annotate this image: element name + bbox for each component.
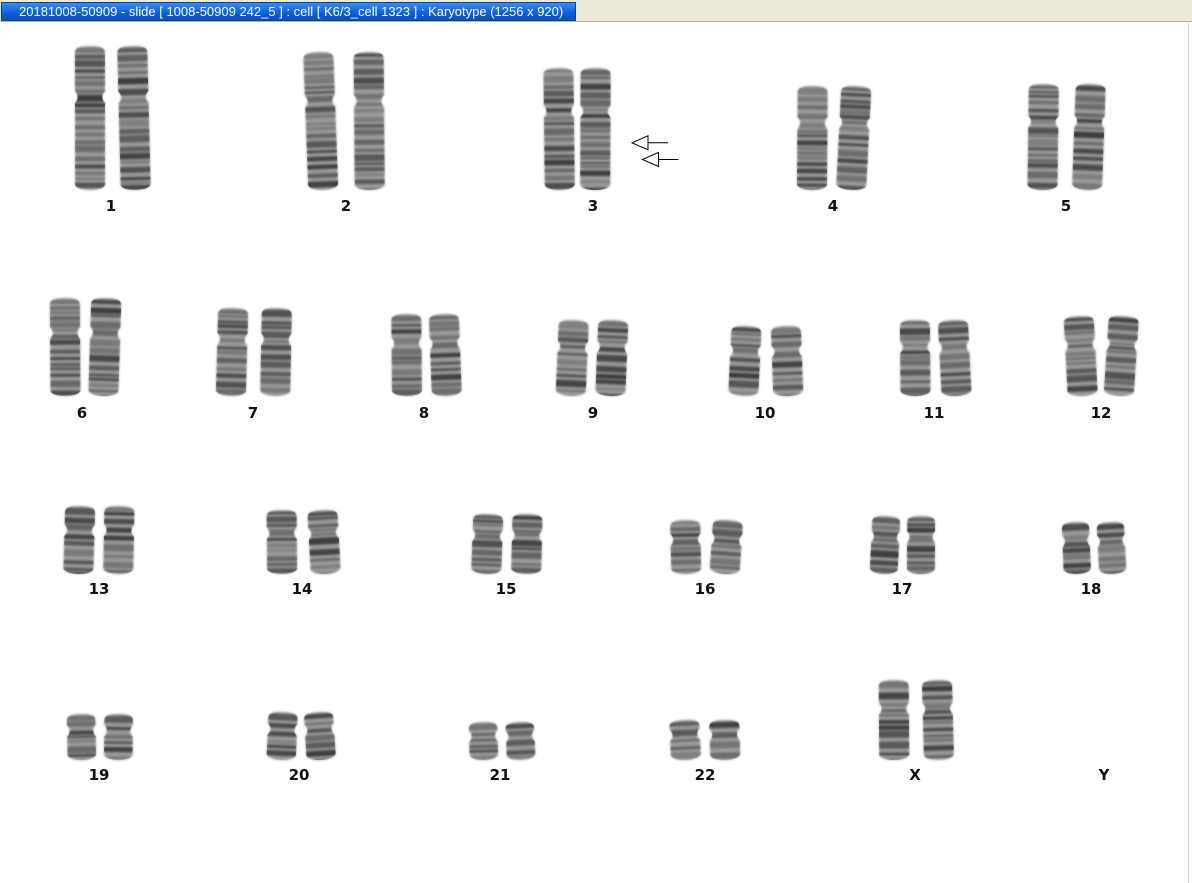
chromosome-label-4: 4 [827, 197, 839, 215]
chromosome-pair-20[interactable] [258, 710, 344, 764]
chromosome-label-21: 21 [489, 766, 511, 784]
chromosome-pair-graphic [878, 680, 955, 761]
chromosome-pair-5[interactable] [1014, 82, 1118, 194]
chromosome-label-19: 19 [88, 766, 110, 784]
chromosome-pair-y[interactable] [1070, 700, 1140, 764]
chromosome-label-y: Y [1098, 766, 1110, 784]
chromosome-label-6: 6 [76, 404, 88, 422]
chromosome-pair-graphic [669, 719, 741, 761]
chromosome-pair-15[interactable] [462, 512, 552, 578]
chromosome-pair-16[interactable] [660, 518, 752, 578]
chromosome-pair-graphic [215, 308, 292, 396]
chromosome-pair-graphic [468, 721, 536, 761]
chromosome-pair-8[interactable] [382, 312, 470, 400]
chromosome-label-8: 8 [418, 404, 430, 422]
chromosome-pair-graphic [1027, 84, 1106, 191]
chromosome-pair-21[interactable] [460, 720, 544, 764]
chromosome-pair-graphic [303, 52, 385, 191]
chromosome-pair-graphic [74, 46, 151, 191]
chromosome-label-9: 9 [587, 404, 599, 422]
chromosome-label-12: 12 [1090, 404, 1112, 422]
annotation-arrow-icon [641, 151, 679, 168]
window-title[interactable]: 20181008-50909 - slide [ 1008-50909 242_… [1, 2, 577, 21]
chromosome-pair-11[interactable] [890, 318, 980, 400]
chromosome-pair-graphic [869, 515, 936, 575]
annotation-arrow-icon [630, 135, 668, 151]
chromosome-label-1: 1 [105, 197, 117, 215]
chromosome-pair-3[interactable] [536, 66, 686, 194]
chromosome-pair-graphic [391, 314, 462, 396]
chromosome-pair-4[interactable] [786, 84, 880, 194]
chromosome-pair-6[interactable] [40, 296, 130, 400]
window-titlebar: 20181008-50909 - slide [ 1008-50909 242_… [0, 0, 1192, 22]
chromosome-pair-graphic [266, 711, 336, 761]
chromosome-pair-graphic [66, 714, 134, 761]
chromosome-pair-graphic [899, 319, 972, 397]
chromosome-pair-graphic [49, 298, 122, 397]
chromosome-pair-17[interactable] [862, 514, 944, 578]
chromosome-pair-13[interactable] [54, 504, 144, 578]
chromosome-pair-9[interactable] [547, 318, 637, 400]
chromosome-label-2: 2 [340, 197, 352, 215]
chromosome-pair-graphic [543, 68, 679, 191]
chromosome-pair-graphic [555, 319, 629, 397]
chromosome-pair-10[interactable] [718, 324, 814, 400]
chromosome-pair-graphic [1061, 521, 1127, 575]
chromosome-pair-19[interactable] [58, 712, 142, 764]
chromosome-label-5: 5 [1060, 197, 1072, 215]
chromosome-pair-graphic [728, 325, 804, 397]
chromosome-pair-12[interactable] [1055, 314, 1147, 400]
chromosome-label-x: X [909, 766, 921, 784]
chromosome-pair-1[interactable] [62, 44, 162, 194]
chromosome-pair-22[interactable] [660, 718, 750, 764]
chromosome-pair-graphic [471, 514, 543, 575]
chromosome-pair-graphic [1063, 315, 1139, 397]
chromosome-label-7: 7 [247, 404, 259, 422]
chromosome-label-14: 14 [291, 580, 313, 598]
chromosome-label-10: 10 [754, 404, 776, 422]
chromosome-pair-18[interactable] [1054, 520, 1134, 578]
chromosome-label-13: 13 [88, 580, 110, 598]
chromosome-pair-7[interactable] [204, 306, 304, 400]
chromosome-label-17: 17 [891, 580, 913, 598]
chromosome-label-15: 15 [495, 580, 517, 598]
chromosome-pair-2[interactable] [290, 50, 400, 194]
chromosome-pair-graphic [670, 519, 744, 575]
chromosome-pair-graphic [63, 506, 135, 575]
chromosome-label-3: 3 [587, 197, 599, 215]
chromosome-pair-graphic [266, 509, 341, 575]
canvas-border [1188, 22, 1189, 883]
chromosome-label-16: 16 [694, 580, 716, 598]
chromosome-pair-x[interactable] [866, 678, 966, 764]
chromosome-pair-graphic [796, 85, 872, 191]
chromosome-pair-graphic [1070, 700, 1140, 764]
chromosome-label-18: 18 [1080, 580, 1102, 598]
chromosome-label-11: 11 [923, 404, 945, 422]
chromosome-label-22: 22 [694, 766, 716, 784]
chromosome-pair-14[interactable] [255, 508, 351, 578]
chromosome-label-20: 20 [288, 766, 310, 784]
